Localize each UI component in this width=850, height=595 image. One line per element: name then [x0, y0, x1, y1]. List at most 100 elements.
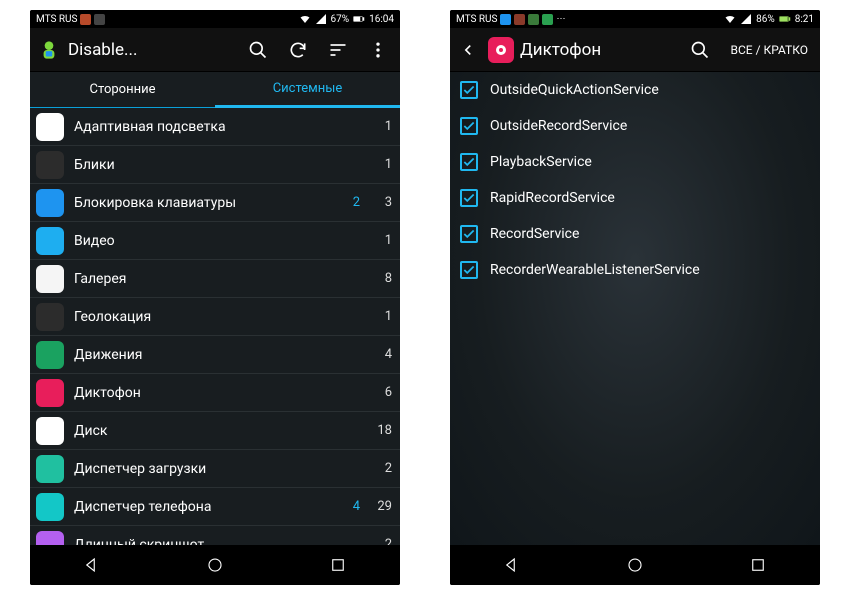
checkbox-icon[interactable] — [460, 189, 478, 207]
service-label: RapidRecordService — [490, 190, 615, 206]
service-item[interactable]: OutsideQuickActionService — [450, 72, 820, 108]
app-row-disabled-count: 2 — [338, 195, 360, 210]
toggle-all-short[interactable]: ВСЕ / КРАТКО — [722, 43, 816, 57]
app-row-icon — [36, 417, 64, 445]
app-title: Disable... — [68, 40, 137, 60]
tabs: Сторонние Системные — [30, 72, 400, 108]
search-icon[interactable] — [682, 32, 718, 68]
recent-button[interactable] — [318, 545, 358, 585]
list-item[interactable]: Диск 18 — [30, 412, 400, 450]
app-row-icon — [36, 455, 64, 483]
app-row-icon — [36, 227, 64, 255]
checkbox-icon[interactable] — [460, 261, 478, 279]
service-item[interactable]: RecordService — [450, 216, 820, 252]
app-row-label: Длинный скриншот — [74, 537, 360, 546]
clock: 16:04 — [369, 14, 394, 25]
checkbox-icon[interactable] — [460, 153, 478, 171]
app-icon — [486, 35, 516, 65]
app-row-label: Блики — [74, 157, 360, 173]
app-row-icon — [36, 265, 64, 293]
list-item[interactable]: Видео 1 — [30, 222, 400, 260]
app-row-count: 4 — [370, 347, 392, 362]
overflow-icon[interactable] — [360, 32, 396, 68]
app-row-count: 2 — [370, 537, 392, 545]
notif-icon — [542, 14, 553, 25]
list-item[interactable]: Адаптивная подсветка 1 — [30, 108, 400, 146]
list-item[interactable]: Блики 1 — [30, 146, 400, 184]
tab-system[interactable]: Системные — [215, 72, 400, 108]
notif-icon — [528, 14, 539, 25]
sort-icon[interactable] — [320, 32, 356, 68]
app-bar: Disable... — [30, 28, 400, 72]
app-row-count: 2 — [370, 461, 392, 476]
checkbox-icon[interactable] — [460, 117, 478, 135]
more-icon: ⋯ — [556, 14, 565, 24]
list-item[interactable]: Геолокация 1 — [30, 298, 400, 336]
list-item[interactable]: Диктофон 6 — [30, 374, 400, 412]
carrier-label: MTS RUS — [36, 14, 77, 25]
app-bar: Диктофон ВСЕ / КРАТКО — [450, 28, 820, 72]
recent-button[interactable] — [738, 545, 778, 585]
app-row-label: Диспетчер телефона — [74, 499, 328, 515]
clock: 8:21 — [795, 14, 814, 25]
app-row-count: 29 — [370, 499, 392, 514]
app-row-label: Адаптивная подсветка — [74, 119, 360, 135]
wifi-icon — [724, 13, 736, 25]
app-row-icon — [36, 151, 64, 179]
home-button[interactable] — [615, 545, 655, 585]
app-row-label: Видео — [74, 233, 360, 249]
phone-left: MTS RUS 67% 16:04 Disable... — [30, 10, 400, 585]
app-list[interactable]: Адаптивная подсветка 1 Блики 1 Блокировк… — [30, 108, 400, 545]
battery-pct: 67% — [331, 14, 350, 25]
app-row-count: 8 — [370, 271, 392, 286]
app-title: Диктофон — [520, 40, 601, 60]
wifi-icon — [299, 13, 311, 25]
list-item[interactable]: Длинный скриншот 2 — [30, 526, 400, 545]
nav-bar — [450, 545, 820, 585]
app-row-icon — [36, 493, 64, 521]
battery-icon — [353, 13, 365, 25]
service-label: OutsideRecordService — [490, 118, 627, 134]
back-button[interactable] — [492, 545, 532, 585]
app-row-label: Движения — [74, 347, 360, 363]
back-button[interactable] — [72, 545, 112, 585]
app-row-count: 1 — [370, 157, 392, 172]
list-item[interactable]: Блокировка клавиатуры 2 3 — [30, 184, 400, 222]
service-list[interactable]: OutsideQuickActionService OutsideRecordS… — [450, 72, 820, 545]
service-item[interactable]: RapidRecordService — [450, 180, 820, 216]
battery-icon — [779, 13, 791, 25]
battery-pct: 86% — [756, 14, 775, 25]
signal-icon — [315, 13, 327, 25]
checkbox-icon[interactable] — [460, 81, 478, 99]
checkbox-icon[interactable] — [460, 225, 478, 243]
service-label: OutsideQuickActionService — [490, 82, 659, 98]
service-label: PlaybackService — [490, 154, 592, 170]
app-icon[interactable] — [34, 35, 64, 65]
app-row-count: 1 — [370, 233, 392, 248]
refresh-icon[interactable] — [280, 32, 316, 68]
carrier-label: MTS RUS — [456, 14, 497, 25]
app-row-label: Галерея — [74, 271, 360, 287]
app-row-label: Геолокация — [74, 309, 360, 325]
app-row-icon — [36, 113, 64, 141]
service-item[interactable]: RecorderWearableListenerService — [450, 252, 820, 288]
back-icon[interactable] — [454, 32, 482, 68]
home-button[interactable] — [195, 545, 235, 585]
list-item[interactable]: Диспетчер телефона 4 29 — [30, 488, 400, 526]
app-row-disabled-count: 4 — [338, 499, 360, 514]
nav-bar — [30, 545, 400, 585]
notif-icon — [80, 14, 91, 25]
list-item[interactable]: Диспетчер загрузки 2 — [30, 450, 400, 488]
list-item[interactable]: Движения 4 — [30, 336, 400, 374]
search-icon[interactable] — [240, 32, 276, 68]
service-item[interactable]: PlaybackService — [450, 144, 820, 180]
app-row-label: Диск — [74, 423, 360, 439]
app-row-count: 1 — [370, 119, 392, 134]
list-item[interactable]: Галерея 8 — [30, 260, 400, 298]
signal-icon — [740, 13, 752, 25]
service-item[interactable]: OutsideRecordService — [450, 108, 820, 144]
notif-icon — [500, 14, 511, 25]
app-row-label: Диспетчер загрузки — [74, 461, 360, 477]
app-row-count: 1 — [370, 309, 392, 324]
tab-thirdparty[interactable]: Сторонние — [30, 72, 215, 107]
